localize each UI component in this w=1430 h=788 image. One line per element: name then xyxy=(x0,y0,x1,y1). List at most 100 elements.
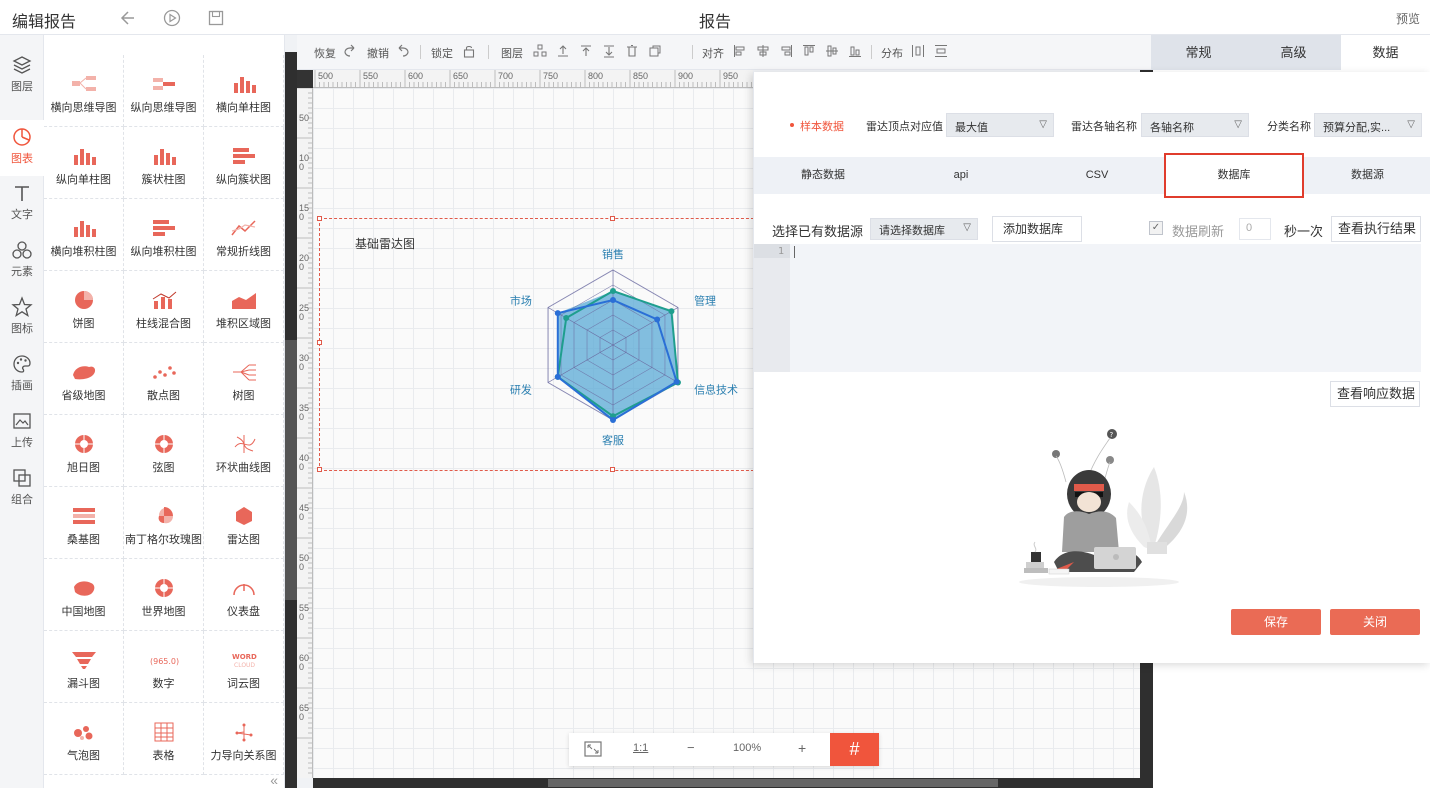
nav-group[interactable]: 组合 xyxy=(0,461,44,517)
tab-datasource[interactable]: 数据源 xyxy=(1304,157,1430,194)
align-right-icon[interactable] xyxy=(779,44,793,58)
tab-data[interactable]: 数据 xyxy=(1341,35,1430,70)
tab-static-data[interactable]: 静态数据 xyxy=(754,157,892,194)
palette-item-funnel[interactable]: 漏斗图 xyxy=(44,631,124,703)
radar-point[interactable] xyxy=(554,373,561,380)
zoom-out-button[interactable]: − xyxy=(687,740,695,755)
distribute-vertical-icon[interactable] xyxy=(934,44,948,58)
sql-editor[interactable]: 1 xyxy=(754,244,1421,372)
align-hcenter-icon[interactable] xyxy=(756,44,770,58)
radar-point[interactable] xyxy=(673,378,680,385)
radar-point[interactable] xyxy=(610,288,616,294)
tab-general[interactable]: 常规 xyxy=(1151,35,1246,70)
palette-item-ring[interactable]: 环状曲线图 xyxy=(204,415,284,487)
palette-item-combo[interactable]: 柱线混合图 xyxy=(124,271,204,343)
palette-item-force[interactable]: 力导向关系图 xyxy=(204,703,284,775)
radar-point[interactable] xyxy=(610,297,616,303)
align-top-icon[interactable] xyxy=(802,44,816,58)
radar-point[interactable] xyxy=(554,310,561,317)
resize-handle[interactable] xyxy=(610,216,615,221)
add-database-button[interactable]: 添加数据库 xyxy=(992,216,1082,242)
palette-item-chord[interactable]: 弦图 xyxy=(124,415,204,487)
redo-button[interactable]: 恢复 xyxy=(314,45,336,61)
radar-point[interactable] xyxy=(668,308,675,315)
undo-button[interactable]: 撤销 xyxy=(367,45,389,61)
palette-item-cluster-v[interactable]: 纵向簇状图 xyxy=(204,127,284,199)
palette-item-sankey[interactable]: 桑基图 xyxy=(44,487,124,559)
delete-icon[interactable] xyxy=(625,44,639,58)
palette-item-bar-h[interactable]: 横向单柱图 xyxy=(204,55,284,127)
palette-item-tree[interactable]: 树图 xyxy=(204,343,284,415)
preview-link[interactable]: 预览 xyxy=(1396,10,1420,27)
zoom-1to1-button[interactable]: 1:1 xyxy=(633,742,648,754)
distribute-horizontal-icon[interactable] xyxy=(911,44,925,58)
palette-scrollbar-thumb[interactable] xyxy=(285,340,297,600)
palette-item-scatter[interactable]: 散点图 xyxy=(124,343,204,415)
layer-up-icon[interactable] xyxy=(533,44,547,58)
axis-name-select[interactable]: 各轴名称 ▽ xyxy=(1141,113,1249,137)
align-bottom-icon[interactable] xyxy=(848,44,862,58)
save-button[interactable]: 保存 xyxy=(1231,609,1321,635)
radar-point[interactable] xyxy=(654,316,661,323)
grid-toggle-button[interactable]: # xyxy=(830,733,879,766)
database-select[interactable]: 请选择数据库 ▽ xyxy=(870,218,978,240)
palette-item-gauge[interactable]: 仪表盘 xyxy=(204,559,284,631)
undo-icon[interactable] xyxy=(396,44,410,58)
palette-item-mindmap-h[interactable]: 横向思维导图 xyxy=(44,55,124,127)
resize-handle[interactable] xyxy=(610,467,615,472)
palette-item-radar[interactable]: 雷达图 xyxy=(204,487,284,559)
nav-illustration[interactable]: 插画 xyxy=(0,347,44,403)
palette-item-bar-v[interactable]: 纵向单柱图 xyxy=(44,127,124,199)
palette-item-number[interactable]: (965.0) 数字 xyxy=(124,631,204,703)
sample-data-link[interactable]: 样本数据 xyxy=(800,118,844,134)
nav-text[interactable]: 文字 xyxy=(0,176,44,232)
collapse-icon[interactable]: « xyxy=(270,772,278,788)
resize-handle[interactable] xyxy=(317,340,322,345)
category-name-select[interactable]: 预算分配,实... ▽ xyxy=(1314,113,1422,137)
palette-item-wordcloud[interactable]: WORD CLOUD 词云图 xyxy=(204,631,284,703)
palette-item-province[interactable]: 省级地图 xyxy=(44,343,124,415)
palette-item-bubble[interactable]: 气泡图 xyxy=(44,703,124,775)
resize-handle[interactable] xyxy=(317,216,322,221)
palette-item-china[interactable]: 中国地图 xyxy=(44,559,124,631)
nav-charts[interactable]: 图表 xyxy=(0,120,44,176)
align-vcenter-icon[interactable] xyxy=(825,44,839,58)
palette-item-mindmap-v[interactable]: 纵向思维导图 xyxy=(124,55,204,127)
radar-chart-widget[interactable]: 基础雷达图 销售 管理 信息技术 客服 研发 市场 xyxy=(317,216,759,472)
tab-csv[interactable]: CSV xyxy=(1030,157,1164,194)
nav-layers[interactable]: 图层 xyxy=(0,48,44,104)
tab-advanced[interactable]: 高级 xyxy=(1246,35,1341,70)
palette-item-sunburst[interactable]: 旭日图 xyxy=(44,415,124,487)
refresh-interval-input[interactable]: 0 xyxy=(1239,218,1271,240)
palette-item-pie[interactable]: 饼图 xyxy=(44,271,124,343)
nav-icons[interactable]: 图标 xyxy=(0,290,44,346)
close-button[interactable]: 关闭 xyxy=(1330,609,1420,635)
palette-item-rose[interactable]: 南丁格尔玫瑰图 xyxy=(124,487,204,559)
palette-item-stack-h[interactable]: 横向堆积柱图 xyxy=(44,199,124,271)
refresh-checkbox[interactable]: ✓ xyxy=(1149,221,1163,235)
tab-database[interactable]: 数据库 xyxy=(1164,153,1304,198)
align-left-icon[interactable] xyxy=(733,44,747,58)
lock-button[interactable]: 锁定 xyxy=(431,45,453,61)
bring-forward-icon[interactable] xyxy=(556,44,570,58)
view-exec-result-button[interactable]: 查看执行结果 xyxy=(1331,216,1421,242)
tab-api[interactable]: api xyxy=(892,157,1030,194)
bring-to-top-icon[interactable] xyxy=(579,44,593,58)
palette-item-stack-v[interactable]: 纵向堆积柱图 xyxy=(124,199,204,271)
redo-icon[interactable] xyxy=(343,44,357,58)
palette-item-area[interactable]: 堆积区域图 xyxy=(204,271,284,343)
radar-point[interactable] xyxy=(610,417,616,423)
palette-item-table[interactable]: 表格 xyxy=(124,703,204,775)
fit-screen-icon[interactable] xyxy=(584,741,602,757)
vertex-value-select[interactable]: 最大值 ▽ xyxy=(946,113,1054,137)
view-response-button[interactable]: 查看响应数据 xyxy=(1330,381,1420,407)
lock-icon[interactable] xyxy=(462,44,476,58)
palette-item-cluster[interactable]: 簇状柱图 xyxy=(124,127,204,199)
zoom-in-button[interactable]: + xyxy=(798,740,806,756)
send-to-bottom-icon[interactable] xyxy=(602,44,616,58)
canvas-hscroll-thumb[interactable] xyxy=(548,779,998,787)
palette-item-line[interactable]: 常规折线图 xyxy=(204,199,284,271)
nav-elements[interactable]: 元素 xyxy=(0,233,44,289)
radar-point[interactable] xyxy=(563,315,570,321)
copy-icon[interactable] xyxy=(648,44,662,58)
